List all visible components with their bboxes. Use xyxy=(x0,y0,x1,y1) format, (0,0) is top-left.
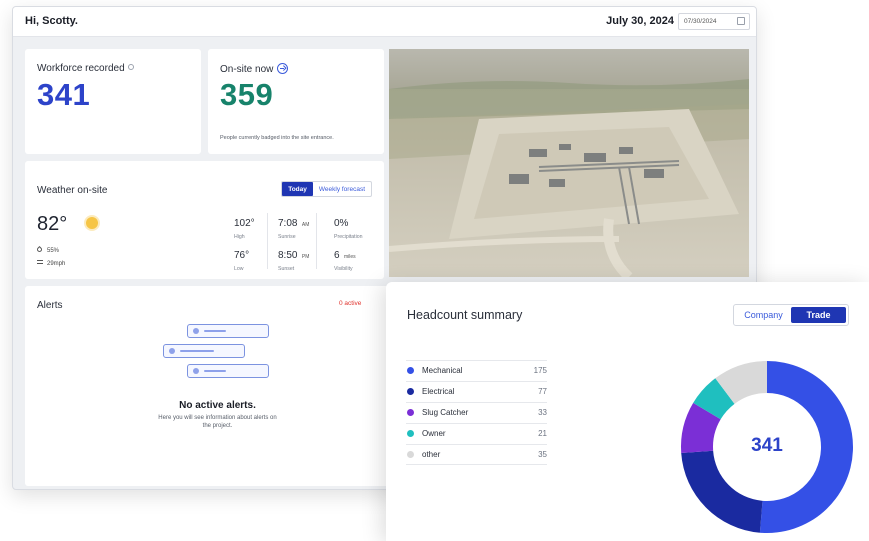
empty-illustration-card xyxy=(187,364,269,378)
toggle-trade[interactable]: Trade xyxy=(791,307,846,323)
workforce-label: Workforce recorded xyxy=(37,63,125,74)
stat-sunrise: 7:08 AM Sunrise xyxy=(278,218,310,240)
greeting: Hi, Scotty. xyxy=(25,15,78,27)
sun-icon xyxy=(86,217,98,229)
tab-today[interactable]: Today xyxy=(282,182,313,196)
legend-swatch xyxy=(407,451,414,458)
stat-visibility: 6 miles Visibility xyxy=(334,250,356,272)
wind-icon xyxy=(37,260,43,264)
onsite-label: On-site now xyxy=(220,64,274,75)
legend-value: 77 xyxy=(538,387,547,396)
arrow-right-circle-icon[interactable] xyxy=(277,63,289,74)
headcount-summary-card: Headcount summary Company Trade Mechanic… xyxy=(386,282,869,541)
wind-value: 29mph xyxy=(47,261,66,267)
legend-label: Slug Catcher xyxy=(422,408,469,417)
aerial-image-illustration xyxy=(389,49,749,277)
legend-value: 33 xyxy=(538,408,547,417)
top-bar: Hi, Scotty. July 30, 2024 07/30/2024 xyxy=(13,7,756,37)
info-icon[interactable] xyxy=(127,64,134,70)
legend-item: other 35 xyxy=(406,444,547,465)
legend-label: other xyxy=(422,450,441,459)
workforce-card: Workforce recorded 341 xyxy=(25,49,201,154)
current-temperature: 82° xyxy=(37,213,68,235)
empty-state-subtitle: Here you will see information about aler… xyxy=(158,415,277,429)
headcount-legend: Mechanical 175 Electrical 77 Slug Catcher 33 O… xyxy=(406,360,547,465)
current-date: July 30, 2024 xyxy=(606,15,674,27)
stat-sunset: 8:50 PM Sunset xyxy=(278,250,310,272)
site-aerial-photo xyxy=(389,49,749,277)
legend-item: Mechanical 175 xyxy=(406,360,547,381)
empty-illustration-card xyxy=(187,324,269,338)
onsite-card: On-site now 359 People currently badged … xyxy=(208,49,384,154)
empty-state-title: No active alerts. xyxy=(179,400,256,411)
legend-swatch xyxy=(407,409,414,416)
stat-low: 76° Low xyxy=(234,250,250,272)
legend-item: Slug Catcher 33 xyxy=(406,402,547,423)
headcount-toggle: Company Trade xyxy=(733,304,849,326)
stat-precipitation: 0% Precipitation xyxy=(334,218,363,240)
legend-item: Owner 21 xyxy=(406,423,547,444)
legend-swatch xyxy=(407,388,414,395)
calendar-icon[interactable] xyxy=(737,17,745,25)
donut-center-total: 341 xyxy=(751,435,783,456)
weather-title: Weather on-site xyxy=(37,185,108,196)
humidity-icon xyxy=(35,245,44,254)
legend-swatch xyxy=(407,367,414,374)
alerts-title: Alerts xyxy=(37,300,63,311)
legend-value: 21 xyxy=(538,429,547,438)
donut-slice-electrical[interactable] xyxy=(681,450,763,533)
stat-high: 102° High xyxy=(234,218,255,240)
toggle-company[interactable]: Company xyxy=(736,307,791,323)
alerts-count: 0 active xyxy=(339,300,362,307)
onsite-count: 359 xyxy=(220,77,274,112)
legend-label: Owner xyxy=(422,429,446,438)
onsite-note: People currently badged into the site en… xyxy=(220,135,334,141)
date-picker-input[interactable]: 07/30/2024 xyxy=(678,13,750,30)
headcount-title: Headcount summary xyxy=(407,308,523,322)
legend-value: 175 xyxy=(533,366,547,375)
legend-label: Mechanical xyxy=(422,366,463,375)
legend-value: 35 xyxy=(538,450,547,459)
legend-label: Electrical xyxy=(422,387,455,396)
empty-illustration-card xyxy=(163,344,245,358)
humidity-value: 55% xyxy=(47,248,60,254)
weather-toggle: Today Weekly forecast xyxy=(281,181,372,197)
workforce-count: 341 xyxy=(37,77,91,112)
legend-swatch xyxy=(407,430,414,437)
weather-card: Weather on-site Today Weekly forecast 82… xyxy=(25,161,384,279)
legend-item: Electrical 77 xyxy=(406,381,547,402)
date-picker-value: 07/30/2024 xyxy=(684,18,717,25)
tab-weekly-forecast[interactable]: Weekly forecast xyxy=(313,182,371,196)
